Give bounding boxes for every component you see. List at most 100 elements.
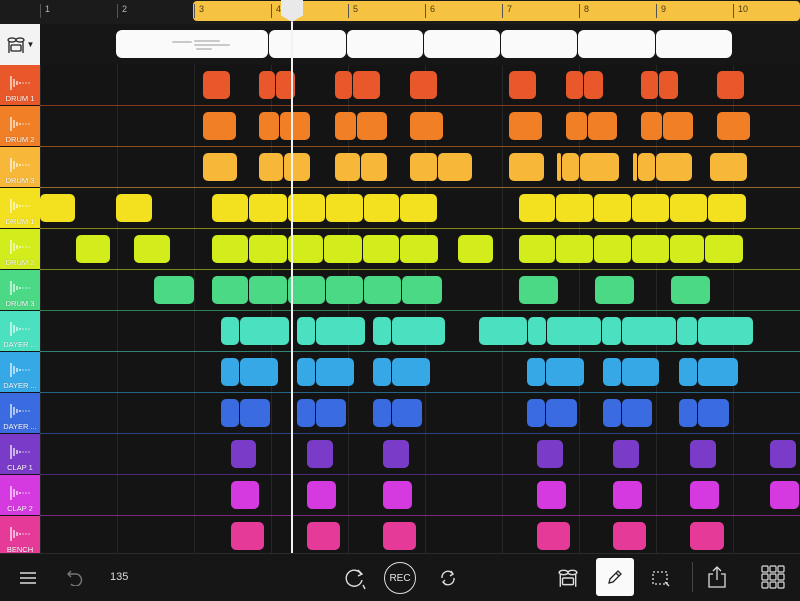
- note-block[interactable]: [438, 153, 472, 181]
- note-block[interactable]: [622, 358, 659, 386]
- note-block[interactable]: [240, 358, 278, 386]
- note-block[interactable]: [383, 481, 412, 509]
- note-block[interactable]: [677, 317, 697, 345]
- track-header[interactable]: DRUM 1: [0, 188, 40, 228]
- note-block[interactable]: [679, 358, 697, 386]
- note-block[interactable]: [566, 71, 583, 99]
- note-block[interactable]: [231, 522, 264, 550]
- track-row[interactable]: DRUM 1: [0, 65, 800, 106]
- note-block[interactable]: [633, 153, 637, 181]
- note-block[interactable]: [392, 399, 422, 427]
- note-block[interactable]: [203, 112, 236, 140]
- note-block[interactable]: [641, 71, 658, 99]
- note-block[interactable]: [280, 112, 310, 140]
- note-block[interactable]: [479, 317, 527, 345]
- loop-playback-button[interactable]: [340, 564, 368, 592]
- undo-button[interactable]: [62, 564, 88, 590]
- track-header[interactable]: DRUM 2: [0, 229, 40, 269]
- note-block[interactable]: [632, 194, 669, 222]
- note-block[interactable]: [116, 194, 152, 222]
- note-block[interactable]: [364, 276, 401, 304]
- note-block[interactable]: [710, 153, 747, 181]
- record-button[interactable]: REC: [384, 562, 416, 594]
- note-block[interactable]: [297, 399, 315, 427]
- timeline-ruler[interactable]: 1 2 3 4 5 6 7 8 9 10: [0, 0, 800, 24]
- menu-button[interactable]: [14, 566, 42, 590]
- note-block[interactable]: [656, 153, 692, 181]
- select-tool-button[interactable]: [647, 564, 675, 592]
- note-block[interactable]: [509, 153, 544, 181]
- note-block[interactable]: [307, 522, 340, 550]
- track-header[interactable]: DRUM 1: [0, 65, 40, 105]
- share-button[interactable]: [703, 562, 731, 592]
- note-block[interactable]: [316, 317, 365, 345]
- note-block[interactable]: [410, 71, 437, 99]
- note-block[interactable]: [259, 153, 283, 181]
- pattern-block[interactable]: [501, 30, 577, 58]
- note-block[interactable]: [663, 112, 693, 140]
- note-block[interactable]: [392, 358, 430, 386]
- note-block[interactable]: [288, 276, 325, 304]
- note-block[interactable]: [240, 399, 270, 427]
- track-row[interactable]: BENCH: [0, 516, 800, 557]
- note-block[interactable]: [203, 71, 230, 99]
- note-block[interactable]: [373, 399, 391, 427]
- pattern-block[interactable]: [347, 30, 423, 58]
- note-block[interactable]: [410, 153, 437, 181]
- track-row[interactable]: DRUM 2: [0, 106, 800, 147]
- note-block[interactable]: [537, 440, 563, 468]
- note-block[interactable]: [698, 399, 729, 427]
- note-block[interactable]: [690, 440, 716, 468]
- note-block[interactable]: [641, 112, 662, 140]
- note-block[interactable]: [613, 481, 642, 509]
- note-block[interactable]: [410, 112, 443, 140]
- note-block[interactable]: [40, 194, 75, 222]
- note-block[interactable]: [588, 112, 617, 140]
- track-row[interactable]: DAYER ...: [0, 311, 800, 352]
- note-block[interactable]: [335, 71, 352, 99]
- note-block[interactable]: [316, 399, 346, 427]
- note-block[interactable]: [613, 440, 639, 468]
- note-block[interactable]: [402, 276, 442, 304]
- note-block[interactable]: [221, 358, 239, 386]
- note-block[interactable]: [76, 235, 110, 263]
- note-block[interactable]: [373, 358, 391, 386]
- note-block[interactable]: [659, 71, 678, 99]
- note-block[interactable]: [537, 522, 570, 550]
- note-block[interactable]: [249, 276, 287, 304]
- track-header[interactable]: DRUM 3: [0, 147, 40, 187]
- pattern-block[interactable]: [424, 30, 500, 58]
- note-block[interactable]: [259, 112, 279, 140]
- note-block[interactable]: [594, 235, 631, 263]
- note-block[interactable]: [259, 71, 275, 99]
- note-block[interactable]: [602, 317, 621, 345]
- note-block[interactable]: [770, 440, 796, 468]
- note-block[interactable]: [671, 276, 710, 304]
- note-block[interactable]: [546, 399, 577, 427]
- note-block[interactable]: [307, 440, 333, 468]
- note-block[interactable]: [231, 481, 259, 509]
- grid-view-button[interactable]: [758, 562, 788, 592]
- pattern-block[interactable]: [656, 30, 732, 58]
- note-block[interactable]: [698, 358, 738, 386]
- note-block[interactable]: [537, 481, 566, 509]
- track-row[interactable]: CLAP 1: [0, 434, 800, 475]
- pattern-block[interactable]: [269, 30, 346, 58]
- pattern-block[interactable]: [116, 30, 268, 58]
- note-block[interactable]: [373, 317, 391, 345]
- note-block[interactable]: [679, 399, 697, 427]
- note-block[interactable]: [632, 235, 669, 263]
- note-block[interactable]: [297, 358, 315, 386]
- note-block[interactable]: [638, 153, 655, 181]
- note-block[interactable]: [400, 194, 437, 222]
- note-block[interactable]: [361, 153, 387, 181]
- note-block[interactable]: [203, 153, 237, 181]
- note-block[interactable]: [717, 71, 744, 99]
- track-row[interactable]: CLAP 2: [0, 475, 800, 516]
- note-block[interactable]: [383, 440, 409, 468]
- note-block[interactable]: [458, 235, 493, 263]
- note-block[interactable]: [584, 71, 603, 99]
- note-block[interactable]: [154, 276, 194, 304]
- note-block[interactable]: [134, 235, 170, 263]
- note-block[interactable]: [335, 112, 356, 140]
